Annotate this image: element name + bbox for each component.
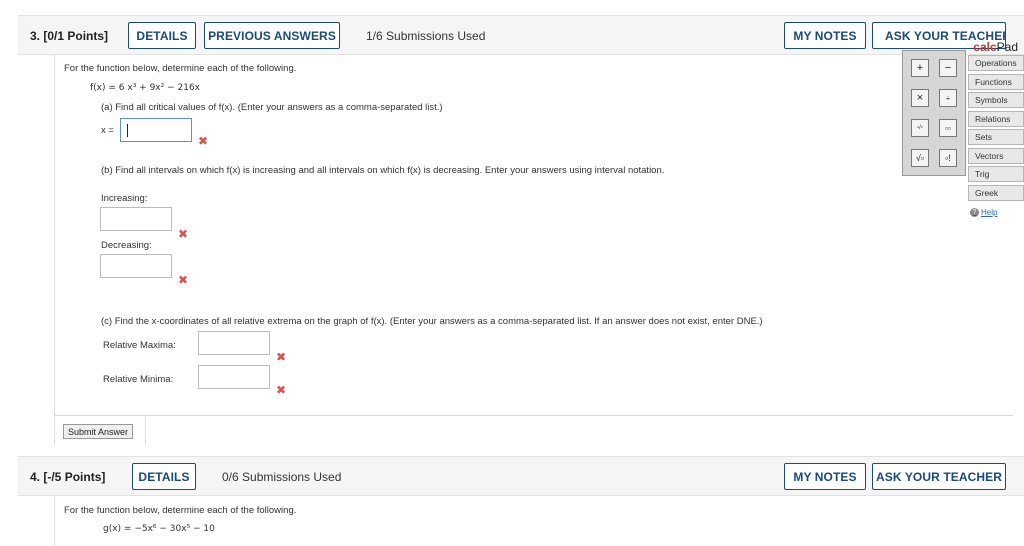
incorrect-icon: ✖ (276, 383, 287, 397)
tab-operations[interactable]: Operations (968, 55, 1024, 71)
relative-maxima-label: Relative Maxima: (103, 340, 176, 351)
tab-vectors[interactable]: Vectors (968, 148, 1024, 164)
calcpad-title-pad: Pad (996, 40, 1018, 54)
my-notes-button[interactable]: MY NOTES (784, 22, 866, 49)
previous-answers-button[interactable]: PREVIOUS ANSWERS (204, 22, 340, 49)
decreasing-input[interactable] (100, 254, 172, 278)
question-number: 4. (30, 470, 41, 484)
divide-key[interactable]: ÷ (939, 89, 957, 107)
tab-relations[interactable]: Relations (968, 111, 1024, 127)
calcpad-help-link[interactable]: ? Help (970, 208, 997, 217)
question-number: 3. (30, 29, 41, 43)
question-3-body (54, 55, 55, 415)
question-4-number: 4. [-/5 Points] (30, 470, 105, 484)
submit-answer-button[interactable]: Submit Answer (63, 424, 134, 439)
calcpad-title: calcPad (973, 40, 1018, 54)
details-button[interactable]: DETAILS (132, 463, 196, 490)
help-label: Help (981, 208, 998, 217)
relative-maxima-input[interactable] (198, 331, 270, 355)
function-g: g(x) = −5x⁶ − 30x⁵ − 10 (103, 524, 215, 534)
increasing-input[interactable] (100, 207, 172, 231)
incorrect-icon: ✖ (276, 350, 287, 364)
exponent-key[interactable]: ▫▫ (939, 119, 957, 137)
question-4-header: 4. [-/5 Points] DETAILS 0/6 Submissions … (18, 456, 1024, 496)
incorrect-icon: ✖ (198, 134, 209, 148)
calcpad-panel: calcPad + − × ÷ ▫/▫ ▫▫ √▫ ▫! Operations … (902, 38, 1024, 224)
submit-area-spacer (145, 416, 1014, 444)
question-3-number: 3. [0/1 Points] (30, 29, 108, 43)
factorial-key[interactable]: ▫! (939, 149, 957, 167)
question-3-intro: For the function below, determine each o… (64, 63, 297, 74)
incorrect-icon: ✖ (178, 227, 189, 241)
calcpad-title-calc: calc (973, 40, 997, 54)
question-4-intro: For the function below, determine each o… (64, 505, 297, 516)
incorrect-icon: ✖ (178, 273, 189, 287)
question-points: [-/5 Points] (43, 470, 106, 484)
plus-key[interactable]: + (911, 59, 929, 77)
fraction-key[interactable]: ▫/▫ (911, 119, 929, 137)
text-cursor (127, 124, 128, 137)
tab-symbols[interactable]: Symbols (968, 92, 1024, 108)
question-3-header: 3. [0/1 Points] DETAILS PREVIOUS ANSWERS… (18, 15, 1024, 55)
my-notes-button[interactable]: MY NOTES (784, 463, 866, 490)
submissions-used: 1/6 Submissions Used (366, 29, 486, 43)
submit-area: Submit Answer (54, 415, 1014, 444)
critical-values-input[interactable] (120, 118, 192, 142)
calcpad-keypad: + − × ÷ ▫/▫ ▫▫ √▫ ▫! (902, 50, 966, 176)
tab-greek[interactable]: Greek (968, 185, 1024, 201)
part-a-prompt: (a) Find all critical values of f(x). (E… (101, 102, 443, 113)
relative-minima-input[interactable] (198, 365, 270, 389)
decreasing-label: Decreasing: (101, 240, 152, 251)
part-c-prompt: (c) Find the x-coordinates of all relati… (101, 316, 763, 327)
sqrt-key[interactable]: √▫ (911, 149, 929, 167)
increasing-label: Increasing: (101, 193, 148, 204)
submissions-used: 0/6 Submissions Used (222, 470, 342, 484)
question-4-body (54, 496, 55, 546)
details-button[interactable]: DETAILS (128, 22, 196, 49)
tab-trig[interactable]: Trig (968, 166, 1024, 182)
tab-sets[interactable]: Sets (968, 129, 1024, 145)
question-points: [0/1 Points] (43, 29, 109, 43)
times-key[interactable]: × (911, 89, 929, 107)
ask-teacher-button[interactable]: ASK YOUR TEACHER (872, 463, 1006, 490)
x-equals-label: x = (101, 125, 114, 136)
tab-functions[interactable]: Functions (968, 74, 1024, 90)
help-icon: ? (970, 208, 979, 217)
relative-minima-label: Relative Minima: (103, 374, 174, 385)
minus-key[interactable]: − (939, 59, 957, 77)
part-b-prompt: (b) Find all intervals on which f(x) is … (101, 165, 665, 176)
function-f: f(x) = 6 x³ + 9x² − 216x (90, 83, 200, 93)
